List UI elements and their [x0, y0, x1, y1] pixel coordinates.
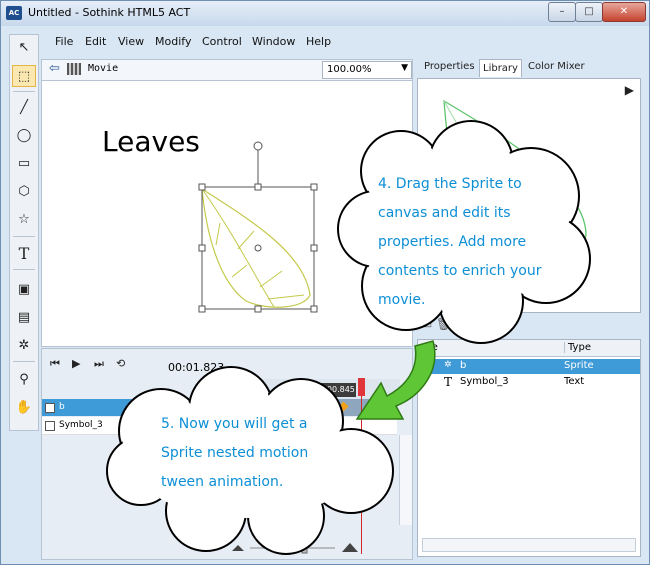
callout-line: movie. [378, 292, 426, 308]
callout-line: contents to enrich your [378, 263, 542, 279]
app-window: AC Untitled - Sothink HTML5 ACT – □ ✕ ↖ … [0, 0, 650, 565]
callout-step4: 4. Drag the Sprite to canvas and edit it… [378, 170, 541, 315]
callout-line: 5. Now you will get a [161, 416, 308, 432]
callout-line: canvas and edit its [378, 205, 511, 221]
callout-line: Sprite nested motion [161, 445, 309, 461]
callout-line: tween animation. [161, 474, 284, 490]
callout-step5: 5. Now you will get a Sprite nested moti… [161, 410, 308, 497]
callout-line: 4. Drag the Sprite to [378, 176, 522, 192]
tutorial-overlay [106, 120, 591, 555]
callout-line: properties. Add more [378, 234, 527, 250]
